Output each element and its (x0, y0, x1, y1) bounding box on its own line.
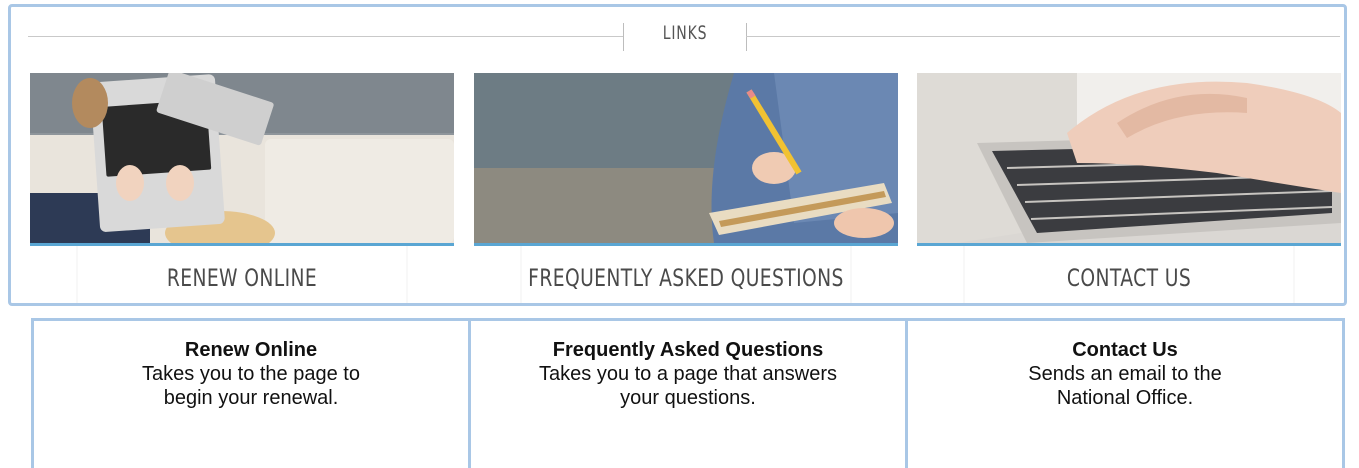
contact-us-link[interactable]: CONTACT US (963, 246, 1295, 303)
link-descriptions-table: Renew Online Takes you to the page to be… (31, 318, 1345, 468)
writing-notebook-photo[interactable] (474, 73, 898, 246)
description-title: Contact Us (1072, 339, 1178, 361)
header-tick-left (623, 23, 624, 51)
renew-online-card[interactable]: RENEW ONLINE (30, 73, 454, 303)
renew-online-description: Renew Online Takes you to the page to be… (34, 321, 468, 468)
links-heading: LINKS (662, 22, 708, 44)
laptop-photo-illustration (30, 73, 454, 243)
header-divider-left (28, 36, 623, 37)
description-text: Sends an email to the National Office. (1028, 363, 1222, 409)
typing-keyboard-photo[interactable] (917, 73, 1341, 246)
faq-card[interactable]: FREQUENTLY ASKED QUESTIONS (474, 73, 898, 303)
links-screenshot-panel: LINKS RENEW ONLINE FREQUENTLY ASKED QUES… (8, 4, 1347, 306)
description-text: Takes you to the page to begin your rene… (142, 363, 360, 409)
renew-online-link[interactable]: RENEW ONLINE (76, 246, 408, 303)
contact-us-description: Contact Us Sends an email to the Nationa… (905, 321, 1342, 468)
header-tick-right (746, 23, 747, 51)
notebook-photo-illustration (474, 73, 898, 243)
header-divider-right (746, 36, 1340, 37)
description-title: Renew Online (184, 339, 318, 361)
description-text: Takes you to a page that answers your qu… (539, 363, 837, 409)
faq-link[interactable]: FREQUENTLY ASKED QUESTIONS (520, 246, 852, 303)
contact-us-card[interactable]: CONTACT US (917, 73, 1341, 303)
description-title: Frequently Asked Questions (552, 339, 824, 361)
keyboard-photo-illustration (917, 73, 1341, 243)
laptop-on-couch-photo[interactable] (30, 73, 454, 246)
faq-description: Frequently Asked Questions Takes you to … (468, 321, 905, 468)
